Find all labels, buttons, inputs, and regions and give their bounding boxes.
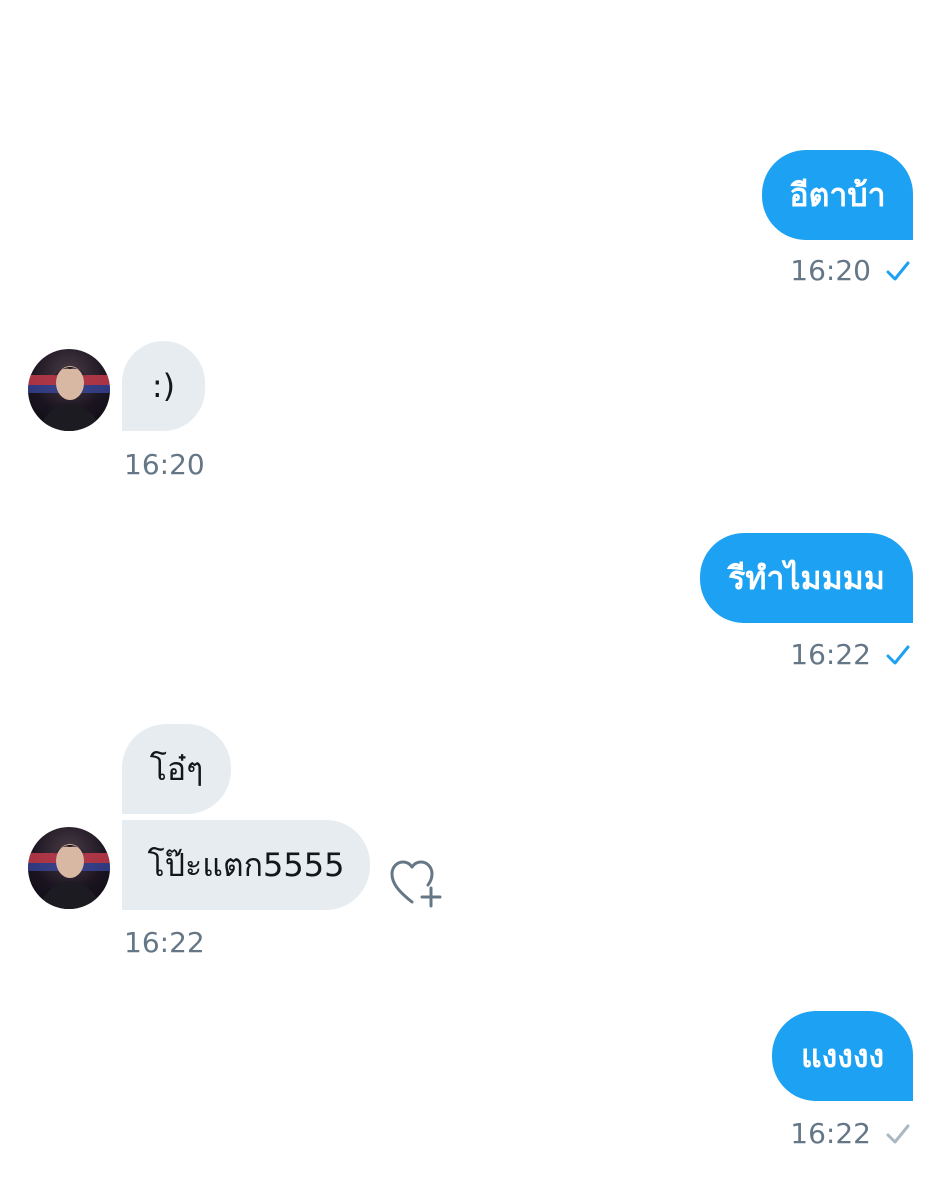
message-meta: 16:22 xyxy=(790,1117,911,1150)
message-bubble-incoming[interactable]: :) xyxy=(122,341,205,431)
check-icon xyxy=(886,261,910,280)
message-text: โป๊ะแตก5555 xyxy=(147,845,345,884)
message-bubble-incoming[interactable]: โป๊ะแตก5555 xyxy=(122,820,370,910)
timestamp: 16:20 xyxy=(790,254,871,287)
message-text: :) xyxy=(151,367,176,405)
avatar-photo xyxy=(28,366,110,431)
message-bubble-outgoing[interactable]: แงงงง xyxy=(772,1011,913,1101)
timestamp: 16:22 xyxy=(790,638,871,671)
message-text: แงงงง xyxy=(800,1036,885,1075)
avatar[interactable] xyxy=(28,349,110,431)
message-meta: 16:22 xyxy=(790,638,911,671)
message-text: รีทำไมมมม xyxy=(728,558,885,597)
heart-plus-icon[interactable] xyxy=(390,858,442,908)
timestamp: 16:20 xyxy=(124,448,205,481)
message-text: อีตาบ้า xyxy=(789,175,886,214)
message-meta: 16:20 xyxy=(790,254,911,287)
message-meta: 16:22 xyxy=(124,926,205,959)
check-icon xyxy=(886,1124,910,1143)
message-bubble-outgoing[interactable]: อีตาบ้า xyxy=(762,150,913,240)
message-text: โอ๋ๆ xyxy=(149,749,204,788)
message-bubble-outgoing[interactable]: รีทำไมมมม xyxy=(700,533,913,623)
avatar[interactable] xyxy=(28,827,110,909)
message-bubble-incoming[interactable]: โอ๋ๆ xyxy=(122,724,231,814)
check-icon xyxy=(886,645,910,664)
avatar-photo xyxy=(28,844,110,909)
timestamp: 16:22 xyxy=(790,1117,871,1150)
message-meta: 16:20 xyxy=(124,448,205,481)
timestamp: 16:22 xyxy=(124,926,205,959)
